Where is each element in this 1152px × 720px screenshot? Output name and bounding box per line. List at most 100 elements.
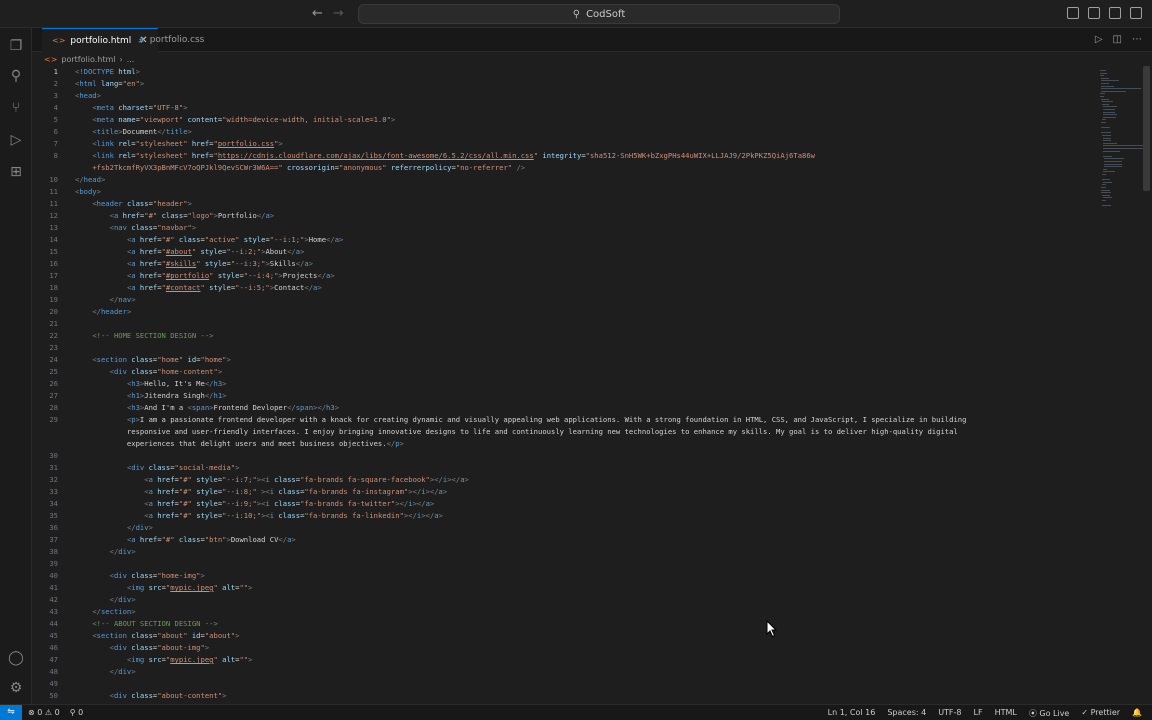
code-line[interactable]: 14 <a href="#" class="active" style="--i…	[32, 234, 1092, 246]
notifications-bell-icon[interactable]: 🔔	[1132, 708, 1142, 719]
problems-status[interactable]: ⊗ 0 ⚠ 0	[28, 708, 60, 717]
code-line[interactable]: 4 <meta charset="UTF-8">	[32, 102, 1092, 114]
code-line[interactable]: 43 </section>	[32, 606, 1092, 618]
line-number: 13	[49, 223, 58, 232]
code-line[interactable]: 44 <!-- ABOUT SECTION DESIGN -->	[32, 618, 1092, 630]
code-line[interactable]: 35 <a href="#" style="--i:10;"><i class=…	[32, 510, 1092, 522]
line-number: 45	[49, 631, 58, 640]
more-actions-icon[interactable]: ⋯	[1132, 34, 1142, 45]
code-line[interactable]: 40 <div class="home-img">	[32, 570, 1092, 582]
code-line[interactable]: 28 <h3>And I'm a <span>Frontend Devloper…	[32, 402, 1092, 414]
line-number: 1	[53, 67, 58, 76]
code-line[interactable]: 18 <a href="#contact" style="--i:5;">Con…	[32, 282, 1092, 294]
source-control-icon[interactable]: ⑂	[8, 100, 24, 116]
line-number: 21	[49, 319, 58, 328]
code-line[interactable]: 48 </div>	[32, 666, 1092, 678]
split-editor-icon[interactable]: ◫	[1113, 34, 1122, 45]
end-of-line[interactable]: LF	[974, 708, 983, 719]
toggle-panel-icon[interactable]	[1088, 7, 1100, 19]
code-line[interactable]: responsive and user-friendly interfaces.…	[32, 426, 1092, 438]
minimap-line	[1102, 103, 1110, 105]
minimap-line	[1102, 200, 1107, 201]
code-line[interactable]: 6 <title>Document</title>	[32, 126, 1092, 138]
settings-gear-icon[interactable]: ⚙	[8, 680, 24, 696]
code-line[interactable]: 32 <a href="#" style="--i:7;"><i class="…	[32, 474, 1092, 486]
code-line[interactable]: 22 <!-- HOME SECTION DESIGN -->	[32, 330, 1092, 342]
code-line[interactable]: 15 <a href="#about" style="--i:2;">About…	[32, 246, 1092, 258]
breadcrumb-file[interactable]: portfolio.html	[61, 55, 115, 64]
code-line[interactable]: 11 <body>	[32, 186, 1092, 198]
line-code: <section class="about" id="about">	[92, 631, 240, 640]
code-line[interactable]: 10 </head>	[32, 174, 1092, 186]
code-line[interactable]: 29 <p>I am a passionate frontend develop…	[32, 414, 1092, 426]
toggle-sidebar-icon[interactable]	[1067, 7, 1079, 19]
back-arrow-icon[interactable]: ←	[312, 6, 323, 21]
code-line[interactable]: 47 <img src="mypic.jpeg" alt="">	[32, 654, 1092, 666]
cursor-position[interactable]: Ln 1, Col 16	[828, 708, 876, 719]
code-line[interactable]: 19 </nav>	[32, 294, 1092, 306]
run-icon[interactable]: ▷	[1095, 34, 1103, 45]
code-line[interactable]: 49	[32, 678, 1092, 690]
code-line[interactable]: 3 <head>	[32, 90, 1092, 102]
line-number: 8	[53, 151, 58, 160]
code-line[interactable]: 37 <a href="#" class="btn">Download CV</…	[32, 534, 1092, 546]
code-line[interactable]: 36 </div>	[32, 522, 1092, 534]
tab-portfolio-css[interactable]: # portfolio.css	[128, 28, 214, 52]
go-live-button[interactable]: ⦿ Go Live	[1029, 708, 1070, 719]
code-line[interactable]: 26 <h3>Hello, It's Me</h3>	[32, 378, 1092, 390]
code-line[interactable]: 42 </div>	[32, 594, 1092, 606]
prettier-status[interactable]: ✓ Prettier	[1081, 708, 1120, 719]
extensions-icon[interactable]: ⊞	[8, 164, 24, 180]
code-line[interactable]: 30	[32, 450, 1092, 462]
code-line[interactable]: 23	[32, 342, 1092, 354]
code-line[interactable]: 21	[32, 318, 1092, 330]
remote-indicator-icon[interactable]: ⇋	[0, 705, 22, 720]
minimap[interactable]	[1096, 66, 1143, 236]
code-line[interactable]: 27 <h1>Jitendra Singh</h1>	[32, 390, 1092, 402]
code-line[interactable]: 11 <header class="header">	[32, 198, 1092, 210]
code-line[interactable]: 46 <div class="about-img">	[32, 642, 1092, 654]
code-line[interactable]: 41 <img src="mypic.jpeg" alt="">	[32, 582, 1092, 594]
code-line[interactable]: experiences that delight users and meet …	[32, 438, 1092, 450]
indentation[interactable]: Spaces: 4	[887, 708, 926, 719]
ports-status[interactable]: ⚲ 0	[70, 708, 84, 717]
code-line[interactable]: 16 <a href="#skills" style="--i:3;">Skil…	[32, 258, 1092, 270]
code-line[interactable]: 17 <a href="#portfolio" style="--i:4;">P…	[32, 270, 1092, 282]
code-editor[interactable]: 1 <!DOCTYPE html> 2 <html lang="en"> 3 <head>…	[32, 66, 1094, 704]
code-line[interactable]: 24 <section class="home" id="home">	[32, 354, 1092, 366]
line-number: 27	[49, 391, 58, 400]
code-line[interactable]: 13 <nav class="navbar">	[32, 222, 1092, 234]
code-line[interactable]: 5 <meta name="viewport" content="width=d…	[32, 114, 1092, 126]
editor-scrollbar[interactable]	[1143, 66, 1150, 191]
customize-layout-icon[interactable]	[1130, 7, 1142, 19]
code-line[interactable]: 25 <div class="home-content">	[32, 366, 1092, 378]
toggle-secondary-sidebar-icon[interactable]	[1109, 7, 1121, 19]
line-code: <!DOCTYPE html>	[75, 67, 140, 76]
search-icon[interactable]: ⚲	[8, 68, 24, 84]
code-line[interactable]: 7 <link rel="stylesheet" href="portfolio…	[32, 138, 1092, 150]
breadcrumb: <> portfolio.html › ...	[44, 53, 134, 65]
encoding[interactable]: UTF-8	[938, 708, 961, 719]
command-center-search[interactable]: ⚲ CodSoft	[358, 4, 840, 24]
run-debug-icon[interactable]: ▷	[8, 132, 24, 148]
code-line[interactable]: +fsb2TkcmfRyVX3pBnMFcV7oQPJkl9QevSCWr3W6…	[32, 162, 1092, 174]
code-line[interactable]: 50 <div class="about-content">	[32, 690, 1092, 702]
line-number: 30	[49, 451, 58, 460]
explorer-icon[interactable]: ❐	[8, 38, 24, 54]
code-line[interactable]: 31 <div class="social-media">	[32, 462, 1092, 474]
code-line[interactable]: 8 <link rel="stylesheet" href="https://c…	[32, 150, 1092, 162]
account-icon[interactable]: ◯	[8, 650, 24, 666]
code-line[interactable]: 33 <a href="#" style="--i:8;" ><i class=…	[32, 486, 1092, 498]
language-mode[interactable]: HTML	[995, 708, 1017, 719]
code-line[interactable]: 34 <a href="#" style="--i:9;"><i class="…	[32, 498, 1092, 510]
code-line[interactable]: 2 <html lang="en">	[32, 78, 1092, 90]
code-line[interactable]: 20 </header>	[32, 306, 1092, 318]
code-line[interactable]: 1 <!DOCTYPE html>	[32, 66, 1092, 78]
code-line[interactable]: 45 <section class="about" id="about">	[32, 630, 1092, 642]
forward-arrow-icon[interactable]: →	[333, 6, 344, 21]
line-code: <div class="home-content">	[109, 367, 223, 376]
code-line[interactable]: 39	[32, 558, 1092, 570]
code-line[interactable]: 12 <a href="#" class="logo">Portfolio</a…	[32, 210, 1092, 222]
code-line[interactable]: 38 </div>	[32, 546, 1092, 558]
breadcrumb-rest[interactable]: ...	[127, 55, 135, 64]
